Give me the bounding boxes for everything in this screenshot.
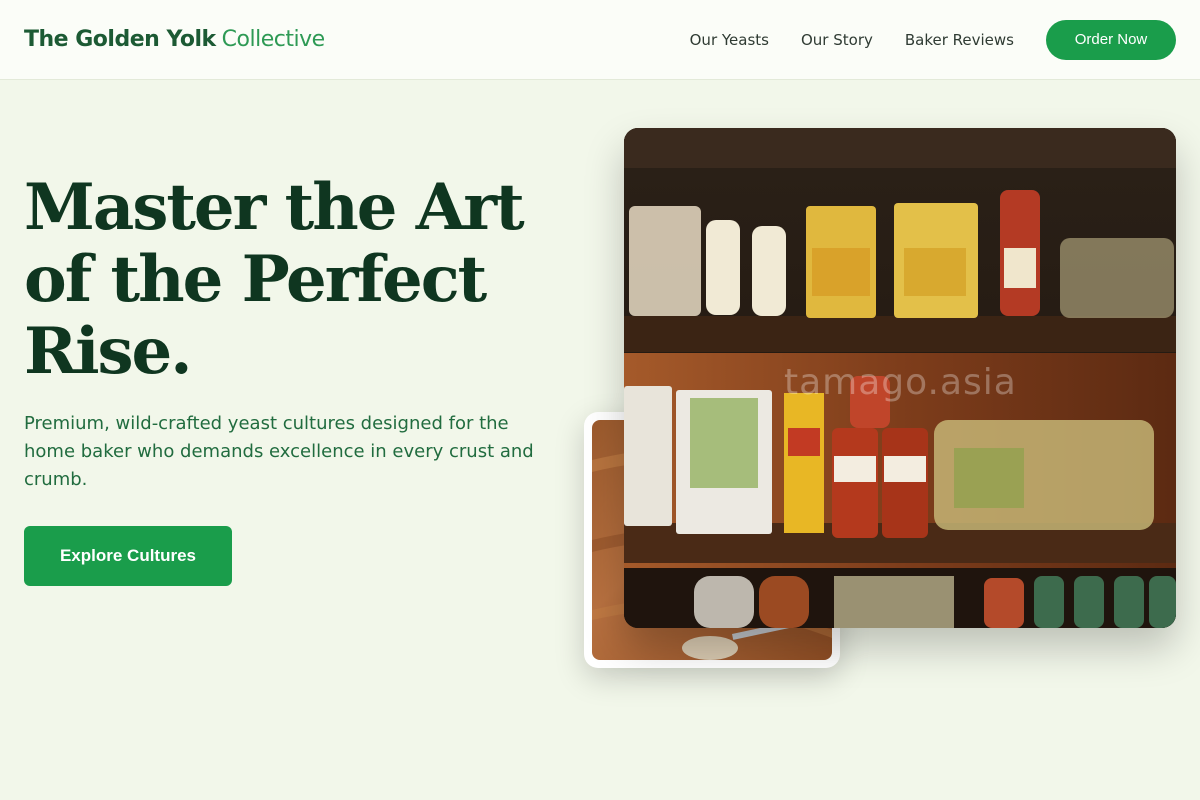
brand-name-light: Collective	[221, 27, 325, 52]
brand-name-strong: The Golden Yolk	[24, 27, 216, 52]
nav-link-our-story[interactable]: Our Story	[801, 31, 873, 49]
watermark-text: tamago.asia	[784, 362, 1017, 403]
order-now-button[interactable]: Order Now	[1046, 19, 1176, 60]
navbar: The Golden Yolk Collective Our Yeasts Our…	[0, 0, 1200, 80]
explore-cultures-button[interactable]: Explore Cultures	[24, 526, 232, 586]
nav-link-baker-reviews[interactable]: Baker Reviews	[905, 31, 1014, 49]
hero-subtitle: Premium, wild-crafted yeast cultures des…	[24, 413, 534, 490]
nav-link-our-yeasts[interactable]: Our Yeasts	[690, 31, 769, 49]
hero-title: Master the Art of the Perfect Rise.	[24, 170, 525, 389]
brand-logo[interactable]: The Golden Yolk Collective	[24, 27, 325, 52]
main-nav: Our Yeasts Our Story Baker Reviews Order…	[658, 19, 1176, 60]
